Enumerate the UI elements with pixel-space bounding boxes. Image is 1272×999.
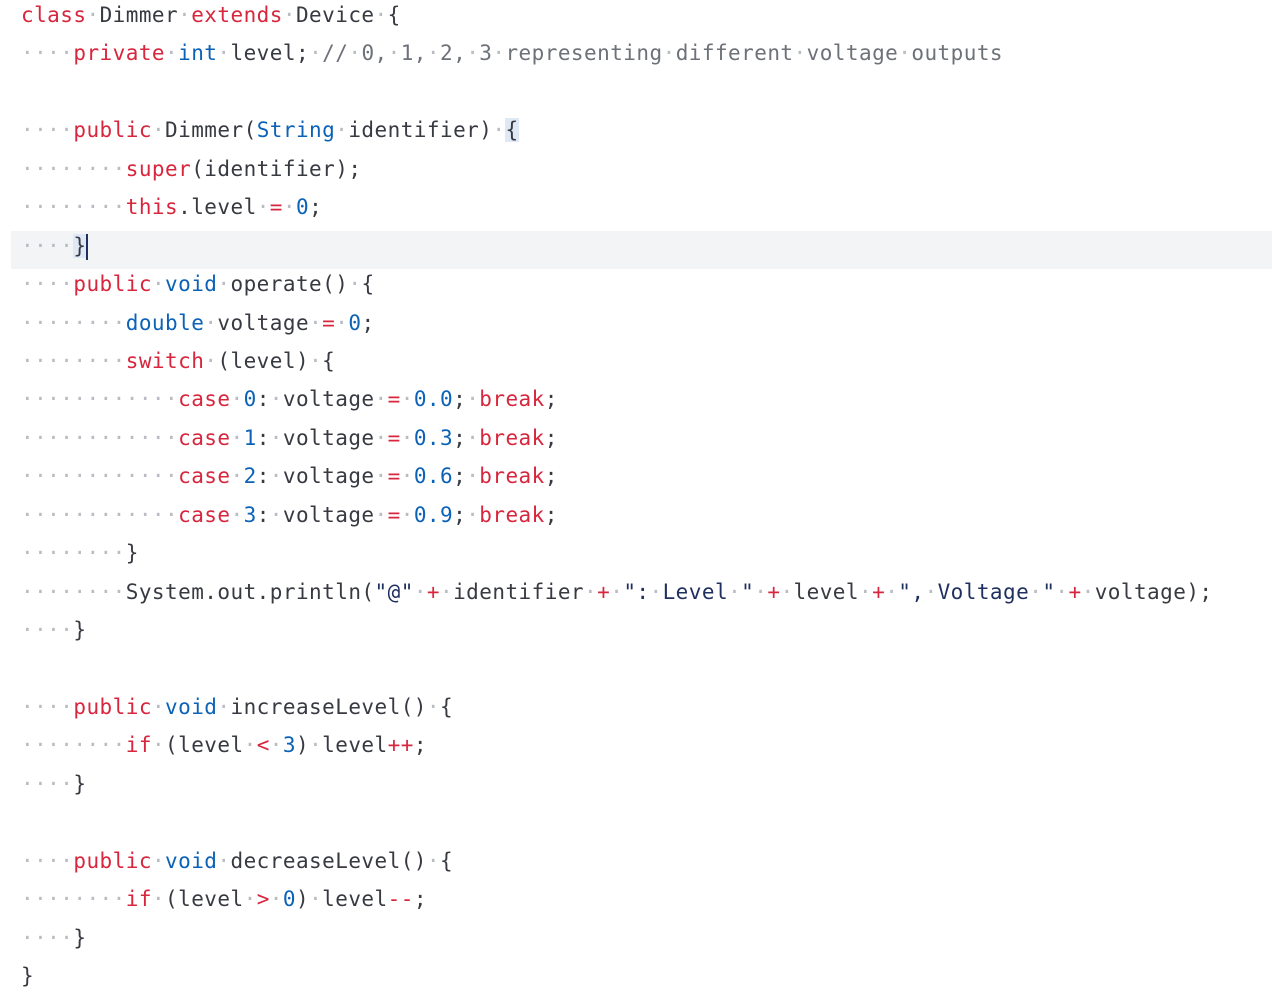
code-line-6[interactable]: ········this.level·=·0;: [0, 192, 1272, 230]
code-line-21[interactable]: ····}: [0, 769, 1272, 807]
code-line-8[interactable]: ····public·void·operate()·{: [0, 269, 1272, 307]
code-line-19[interactable]: ····public·void·increaseLevel()·{: [0, 692, 1272, 730]
code-line-24[interactable]: ········if·(level·>·0)·level--;: [0, 884, 1272, 922]
code-line-25[interactable]: ····}: [0, 923, 1272, 961]
code-line-15[interactable]: ········}: [0, 538, 1272, 576]
code-editor[interactable]: class·Dimmer·extends·Device·{ ····privat…: [0, 0, 1272, 991]
code-line-18[interactable]: [0, 653, 1272, 691]
code-line-23[interactable]: ····public·void·decreaseLevel()·{: [0, 846, 1272, 884]
code-line-13[interactable]: ············case·2:·voltage·=·0.6;·break…: [0, 461, 1272, 499]
code-line-14[interactable]: ············case·3:·voltage·=·0.9;·break…: [0, 500, 1272, 538]
code-line-2[interactable]: ····private·int·level;·//·0,·1,·2,·3·rep…: [0, 38, 1272, 76]
code-line-10[interactable]: ········switch·(level)·{: [0, 346, 1272, 384]
code-line-3[interactable]: [0, 77, 1272, 115]
code-line-12[interactable]: ············case·1:·voltage·=·0.3;·break…: [0, 423, 1272, 461]
code-line-4[interactable]: ····public·Dimmer(String·identifier)·{: [0, 115, 1272, 153]
code-line-20[interactable]: ········if·(level·<·3)·level++;: [0, 730, 1272, 768]
code-line-22[interactable]: [0, 807, 1272, 845]
code-line-9[interactable]: ········double·voltage·=·0;: [0, 308, 1272, 346]
code-line-16[interactable]: ········System.out.println("@"·+·identif…: [0, 577, 1272, 615]
code-line-1[interactable]: class·Dimmer·extends·Device·{: [0, 0, 1272, 38]
code-line-26[interactable]: }: [0, 961, 1272, 999]
text-cursor: [86, 233, 89, 260]
code-line-11[interactable]: ············case·0:·voltage·=·0.0;·break…: [0, 384, 1272, 422]
code-line-17[interactable]: ····}: [0, 615, 1272, 653]
code-line-7-current[interactable]: ····}: [11, 230, 1272, 270]
code-line-5[interactable]: ········super(identifier);: [0, 154, 1272, 192]
